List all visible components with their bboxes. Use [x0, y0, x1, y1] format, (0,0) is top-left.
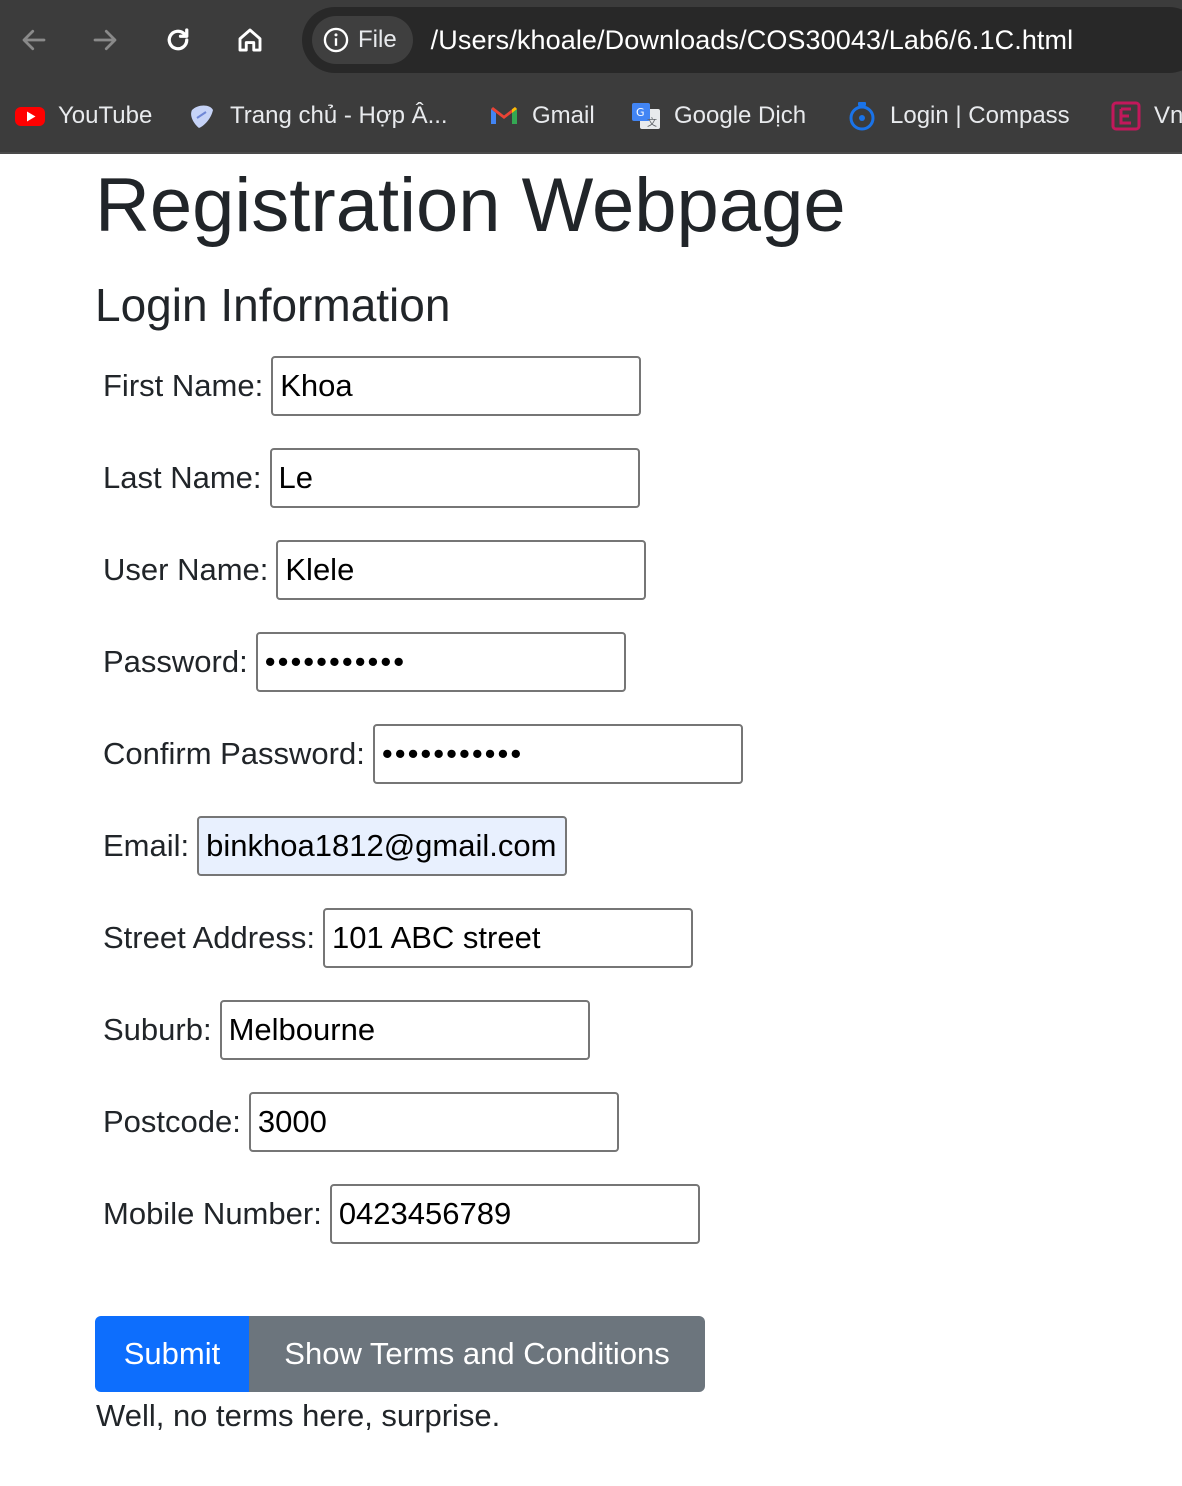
reload-icon	[167, 28, 189, 51]
google-translate-icon: G 文	[630, 100, 662, 132]
terms-text: Well, no terms here, surprise.	[96, 1398, 501, 1433]
home-icon	[238, 28, 262, 52]
email-label: Email:	[103, 828, 190, 863]
first-name-row: First Name:	[103, 356, 642, 416]
suburb-input[interactable]	[219, 1000, 590, 1060]
info-icon	[323, 27, 349, 53]
postcode-input[interactable]	[248, 1092, 619, 1152]
reload-button[interactable]	[156, 18, 200, 62]
bookmark-gmail[interactable]: Gmail	[488, 96, 595, 136]
password-label: Password:	[103, 644, 248, 679]
email-input[interactable]	[197, 816, 568, 876]
youtube-icon	[14, 100, 46, 132]
address-bar[interactable]: File /Users/khoale/Downloads/COS30043/La…	[302, 7, 1182, 73]
last-name-row: Last Name:	[103, 448, 640, 508]
confirm-password-input[interactable]	[372, 724, 743, 784]
show-terms-button[interactable]: Show Terms and Conditions	[249, 1316, 705, 1392]
bookmark-label: YouTube	[58, 102, 153, 129]
page-title: Registration Webpage	[95, 163, 846, 248]
first-name-label: First Name:	[103, 368, 264, 403]
street-address-label: Street Address:	[103, 920, 315, 955]
browser-toolbar: File /Users/khoale/Downloads/COS30043/La…	[0, 0, 1182, 80]
home-button[interactable]	[228, 18, 272, 62]
back-button[interactable]	[12, 18, 56, 62]
submit-button[interactable]: Submit	[95, 1316, 249, 1392]
user-name-label: User Name:	[103, 552, 269, 587]
arrow-left-icon	[22, 29, 46, 51]
email-row: Email:	[103, 816, 568, 876]
suburb-label: Suburb:	[103, 1012, 212, 1047]
street-address-row: Street Address:	[103, 908, 693, 968]
street-address-input[interactable]	[322, 908, 693, 968]
mobile-number-label: Mobile Number:	[103, 1196, 322, 1231]
site-info-chip[interactable]: File	[312, 16, 413, 64]
bookmark-label: Login | Compass	[890, 102, 1070, 129]
bookmark-vn[interactable]: Vn	[1110, 96, 1182, 136]
gmail-icon	[488, 100, 520, 132]
user-name-input[interactable]	[276, 540, 647, 600]
bookmark-google-dich[interactable]: G 文 Google Dịch	[630, 96, 806, 136]
confirm-password-label: Confirm Password:	[103, 736, 365, 771]
user-name-row: User Name:	[103, 540, 647, 600]
first-name-input[interactable]	[271, 356, 642, 416]
section-title: Login Information	[95, 279, 451, 331]
bookmark-label: Google Dịch	[674, 102, 807, 129]
bookmark-hop-am[interactable]: Trang chủ - Hợp Â...	[186, 96, 448, 136]
arrow-right-icon	[93, 29, 117, 51]
suburb-row: Suburb:	[103, 1000, 590, 1060]
mobile-number-input[interactable]	[329, 1184, 700, 1244]
url-text[interactable]: /Users/khoale/Downloads/COS30043/Lab6/6.…	[431, 25, 1074, 56]
svg-text:文: 文	[647, 116, 657, 129]
last-name-input[interactable]	[269, 448, 640, 508]
bookmarks-bar: YouTube Trang chủ - Hợp Â... Gmail G 文 G…	[0, 80, 1182, 154]
confirm-password-row: Confirm Password:	[103, 724, 743, 784]
postcode-label: Postcode:	[103, 1104, 241, 1139]
postcode-row: Postcode:	[103, 1092, 619, 1152]
site-chip-label: File	[358, 26, 397, 53]
compass-icon	[846, 100, 878, 132]
forward-button[interactable]	[83, 18, 127, 62]
e-logo-icon	[1110, 100, 1142, 132]
password-input[interactable]	[255, 632, 626, 692]
mobile-number-row: Mobile Number:	[103, 1184, 700, 1244]
guitar-pick-icon	[186, 100, 218, 132]
bookmark-label: Vn	[1154, 102, 1182, 129]
bookmark-label: Trang chủ - Hợp Â...	[230, 102, 448, 129]
svg-text:G: G	[636, 106, 645, 119]
bookmark-compass[interactable]: Login | Compass	[846, 96, 1070, 136]
bookmark-label: Gmail	[532, 102, 595, 129]
bookmark-youtube[interactable]: YouTube	[14, 96, 152, 136]
last-name-label: Last Name:	[103, 460, 262, 495]
password-row: Password:	[103, 632, 626, 692]
